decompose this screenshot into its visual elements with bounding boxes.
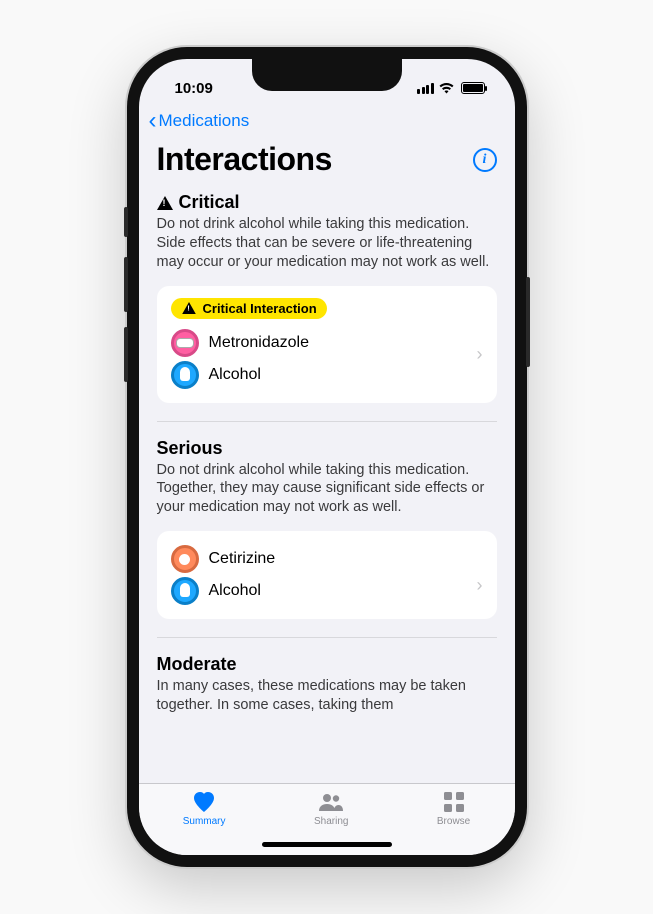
pill-icon [171,329,199,357]
warning-triangle-icon [157,196,173,210]
cellular-icon [417,83,434,94]
glass-icon [171,361,199,389]
notch [252,59,402,91]
medication-name: Alcohol [209,366,261,384]
warning-triangle-icon [182,302,196,314]
status-time: 10:09 [175,80,213,97]
volume-up [124,257,128,312]
tab-sharing[interactable]: Sharing [314,790,348,827]
home-indicator[interactable] [262,842,392,847]
back-chevron-icon[interactable]: ‹ [149,107,157,135]
tab-browse[interactable]: Browse [437,790,470,827]
section-header-critical: Critical [157,192,497,213]
grid-icon [443,790,465,814]
divider [157,637,497,638]
people-icon [317,790,345,814]
chevron-right-icon: › [477,344,483,365]
mute-switch [124,207,128,237]
screen: 10:09 ‹ Medications Interactions i Criti… [139,59,515,855]
wifi-icon [438,82,455,94]
chevron-right-icon: › [477,575,483,596]
critical-badge: Critical Interaction [171,298,327,319]
section-title: Serious [157,438,223,459]
badge-label: Critical Interaction [203,301,317,316]
battery-icon [461,82,485,94]
medication-name: Cetirizine [209,550,276,568]
status-icons [417,82,485,94]
tab-label: Sharing [314,816,348,827]
info-icon[interactable]: i [473,148,497,172]
section-header-moderate: Moderate [157,654,497,675]
page-title: Interactions [157,141,332,178]
interaction-card-critical[interactable]: Critical Interaction Metronidazole Alcoh… [157,286,497,403]
content-area: Interactions i Critical Do not drink alc… [139,137,515,783]
section-body-moderate: In many cases, these medications may be … [157,677,497,715]
back-button[interactable]: Medications [159,111,250,131]
medication-name: Alcohol [209,582,261,600]
tablet-icon [171,545,199,573]
section-header-serious: Serious [157,438,497,459]
section-body-critical: Do not drink alcohol while taking this m… [157,215,497,272]
divider [157,421,497,422]
heart-icon [192,790,216,814]
tab-label: Summary [183,816,226,827]
nav-bar: ‹ Medications [139,103,515,137]
phone-frame: 10:09 ‹ Medications Interactions i Criti… [127,47,527,867]
section-title: Critical [179,192,240,213]
medication-name: Metronidazole [209,334,310,352]
section-body-serious: Do not drink alcohol while taking this m… [157,461,497,518]
tab-label: Browse [437,816,470,827]
power-button [526,277,530,367]
interaction-card-serious[interactable]: Cetirizine Alcohol › [157,531,497,619]
glass-icon [171,577,199,605]
volume-down [124,327,128,382]
section-title: Moderate [157,654,237,675]
tab-summary[interactable]: Summary [183,790,226,827]
